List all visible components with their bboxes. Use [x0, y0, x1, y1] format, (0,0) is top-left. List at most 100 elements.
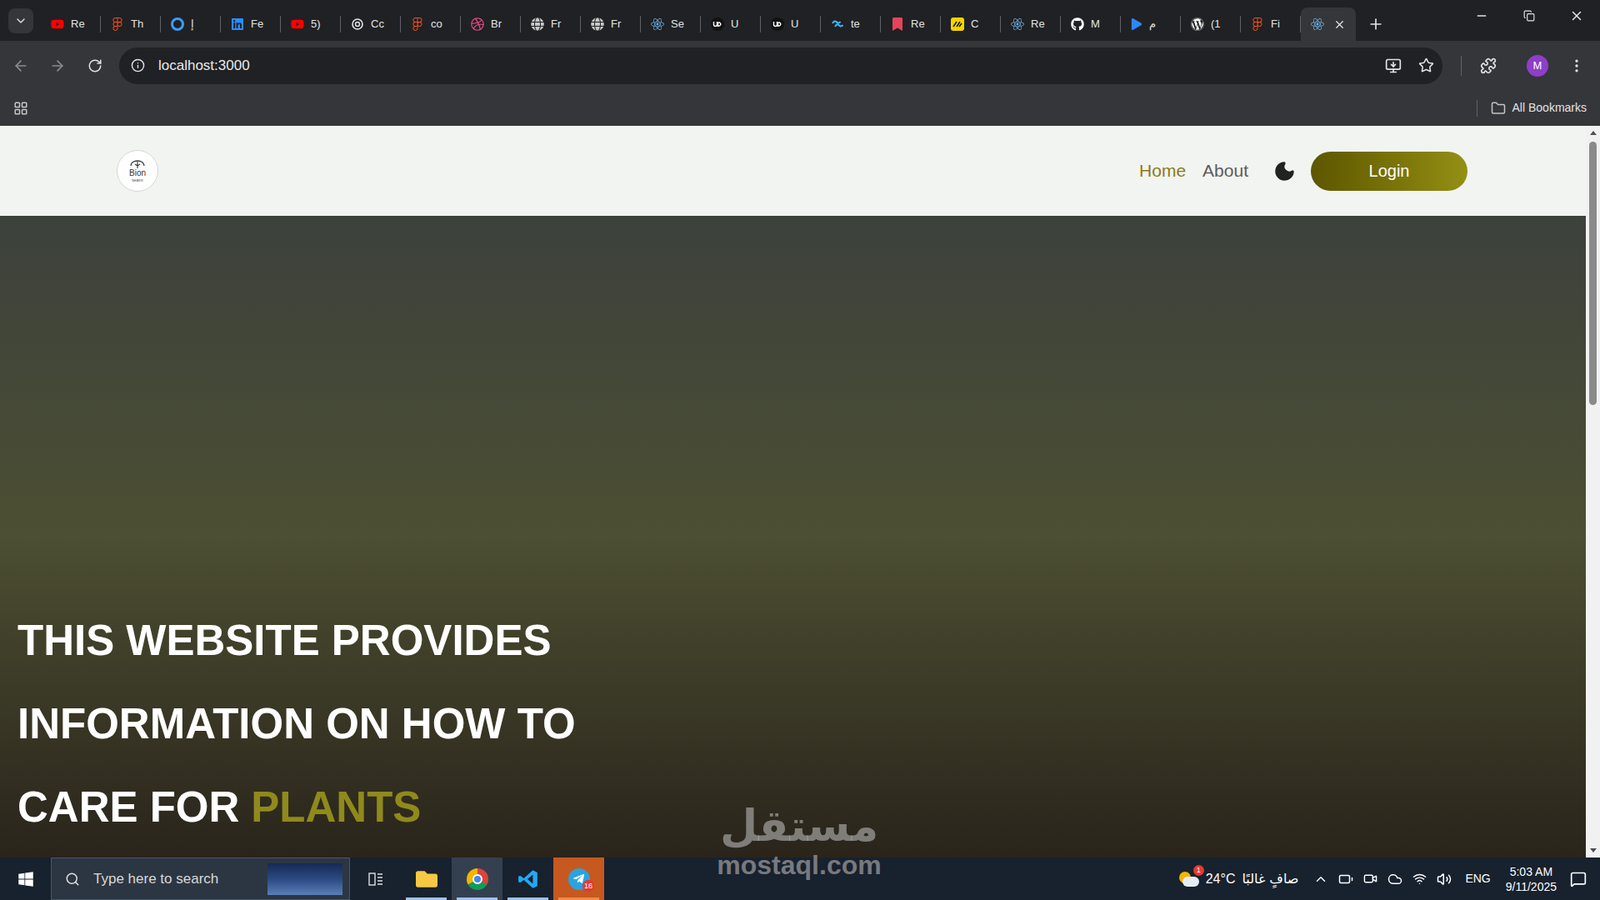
scrollbar-thumb[interactable]	[1589, 141, 1597, 405]
page-viewport: BionteamHomeAboutLoginTHIS WEBSITE PROVI…	[0, 125, 1600, 858]
tab[interactable]: Br	[460, 7, 521, 41]
tab[interactable]: Re	[1000, 7, 1061, 41]
taskbar-app[interactable]	[451, 857, 503, 900]
profile-avatar[interactable]: M	[1526, 55, 1549, 77]
taskbar-app[interactable]	[400, 857, 452, 900]
tab[interactable]: Th	[100, 7, 161, 41]
clock[interactable]: 5:03 AM9/11/2025	[1505, 864, 1557, 895]
watermark: مستقلmostaql.com	[716, 801, 881, 880]
tab[interactable]: Fr	[580, 7, 641, 41]
reload-icon[interactable]	[87, 58, 103, 74]
task-view-button[interactable]	[350, 857, 401, 900]
tab[interactable]: م	[1120, 7, 1181, 41]
tab-search-button[interactable]	[8, 8, 34, 34]
tab[interactable]: te	[820, 7, 881, 41]
tab-strip: ReThإFe5)CccoBrFrFrSeUUteReCReMم(1Fi	[0, 0, 1600, 41]
weather[interactable]: 124°Cصافٍ غالبًا	[1170, 857, 1306, 900]
nav-link[interactable]: Home	[1139, 157, 1186, 185]
language-indicator[interactable]: ENG	[1465, 870, 1490, 888]
weather-badge: 1	[1193, 865, 1205, 876]
nav-link[interactable]: About	[1202, 157, 1249, 185]
tab-label: Re	[70, 15, 85, 33]
taskbar-app[interactable]	[502, 857, 554, 900]
search-highlight-image	[267, 863, 343, 895]
start-button[interactable]	[0, 857, 51, 900]
all-bookmarks[interactable]: All Bookmarks	[1490, 99, 1587, 117]
minimize-button[interactable]	[1457, 0, 1505, 32]
tab[interactable]: (1	[1180, 7, 1241, 41]
tab[interactable]: 5)	[280, 7, 341, 41]
forward-icon[interactable]	[49, 57, 66, 75]
tab-separator	[1120, 15, 1121, 33]
tab-label: (1	[1210, 15, 1221, 33]
youtube-icon	[50, 17, 65, 31]
tab-separator	[1000, 15, 1001, 33]
close-tab-icon[interactable]	[1333, 18, 1346, 31]
tab[interactable]: Re	[40, 7, 101, 41]
tab-separator	[640, 15, 641, 33]
tab[interactable]: إ	[160, 7, 221, 41]
tab-separator	[220, 15, 221, 33]
tab[interactable]: Re	[880, 7, 941, 41]
extensions-icon[interactable]	[1480, 57, 1497, 75]
meet-now-icon[interactable]	[1363, 871, 1378, 886]
tab[interactable]: co	[400, 7, 461, 41]
close-button[interactable]	[1552, 0, 1600, 32]
open-indicator	[405, 897, 447, 900]
tab[interactable]: Fr	[520, 7, 581, 41]
tab[interactable]: M	[1060, 7, 1121, 41]
notifications-button[interactable]	[1556, 857, 1600, 900]
weather-icon: 1	[1177, 870, 1200, 889]
tab-separator	[580, 15, 581, 33]
logo[interactable]: Bionteam	[116, 150, 159, 192]
yellow-app-icon	[950, 17, 965, 31]
wifi-icon[interactable]	[1412, 871, 1427, 886]
tab[interactable]: Cc	[340, 7, 401, 41]
tab-separator	[700, 15, 701, 33]
volume-icon[interactable]	[1436, 871, 1452, 887]
menu-icon[interactable]	[1568, 57, 1585, 75]
scrollbar[interactable]	[1585, 125, 1600, 858]
tab[interactable]: C	[940, 7, 1001, 41]
tab-label: Fr	[610, 15, 621, 33]
new-tab-icon[interactable]	[1367, 15, 1385, 33]
login-button[interactable]: Login	[1310, 151, 1468, 191]
bookmark-star-icon[interactable]	[1418, 57, 1435, 74]
restore-button[interactable]	[1505, 0, 1553, 32]
play-icon	[1130, 18, 1143, 30]
search-icon	[65, 871, 80, 887]
site-info-icon[interactable]	[130, 58, 145, 73]
tab-separator	[160, 15, 161, 33]
tab-separator	[280, 15, 281, 33]
open-indicator	[558, 897, 600, 900]
tab-label: U	[730, 15, 739, 33]
react-icon	[650, 17, 665, 31]
back-icon[interactable]	[12, 57, 30, 75]
tab[interactable]	[1300, 7, 1356, 41]
apps-icon[interactable]	[13, 100, 29, 116]
install-icon[interactable]	[1385, 57, 1402, 75]
chrome-icon	[466, 868, 489, 890]
moon-icon[interactable]	[1273, 160, 1296, 183]
tab-label: U	[790, 15, 799, 33]
show-hidden-icons-icon[interactable]	[1313, 871, 1329, 887]
tab[interactable]: Se	[640, 7, 701, 41]
search-box[interactable]: Type here to search	[50, 857, 350, 900]
tab[interactable]: Fi	[1240, 7, 1301, 41]
folder-icon	[1490, 100, 1506, 116]
battery-icon[interactable]	[1338, 871, 1354, 887]
tab[interactable]: Fe	[220, 7, 281, 41]
taskbar-app[interactable]: 16	[553, 857, 605, 900]
react-icon	[1010, 17, 1025, 31]
tab-separator	[520, 15, 521, 33]
react-icon	[1310, 17, 1325, 31]
omnibox[interactable]: localhost:3000	[119, 47, 1443, 85]
tab-separator	[760, 15, 761, 33]
tab-label: C	[970, 15, 979, 33]
file-explorer-icon	[415, 868, 438, 890]
address-text: localhost:3000	[158, 55, 250, 77]
tab-separator	[1060, 15, 1061, 33]
tab[interactable]: U	[760, 7, 821, 41]
tab[interactable]: U	[700, 7, 761, 41]
onedrive-icon[interactable]	[1387, 871, 1403, 887]
